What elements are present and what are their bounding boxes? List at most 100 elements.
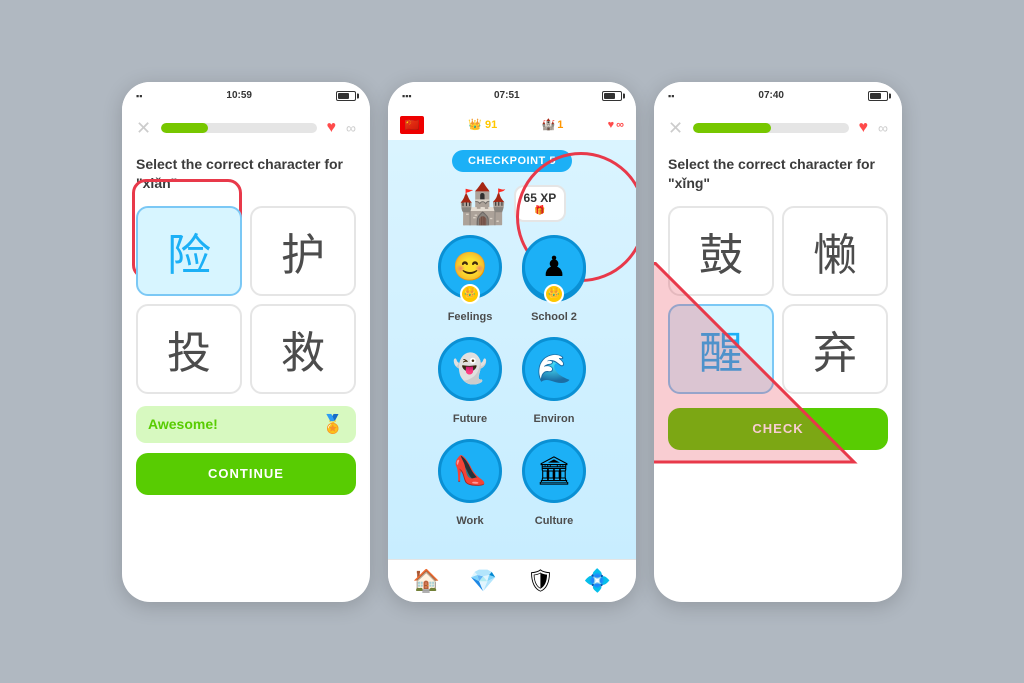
phone-2: ▪▪▪ 07:51 🇨🇳 👑 91 🏰 1 ♥ ∞ CHECKPOINT 5: [388, 82, 636, 602]
lesson-label-culture: Culture: [535, 515, 574, 527]
quiz-header-3: ✕ ♥ ∞: [654, 110, 902, 147]
char-2: 投: [167, 317, 211, 381]
lesson-circle-environ[interactable]: 🌊: [522, 337, 586, 401]
xp-count: 91: [485, 119, 497, 131]
char-cell-1[interactable]: 护: [250, 206, 356, 296]
feedback-text-1: Awesome!: [148, 416, 218, 432]
crown-school2: 👑: [544, 284, 564, 304]
progress-fill-3: [693, 123, 771, 133]
char-3-1: 懒: [813, 219, 857, 283]
status-right-2: [602, 91, 622, 101]
status-bar-3: ▪▪ 07:40: [654, 82, 902, 110]
castle-area: 🏰 65 XP 🎁: [458, 180, 567, 227]
environ-icon: 🌊: [537, 352, 572, 385]
battery-icon-3: [868, 91, 888, 101]
stats-bar-2: 🇨🇳 👑 91 🏰 1 ♥ ∞: [388, 110, 636, 140]
char-3: 救: [281, 317, 325, 381]
nav-social[interactable]: 💠: [584, 568, 611, 594]
xp-chest-label: 🎁: [524, 205, 557, 216]
status-left-1: ▪▪: [136, 91, 142, 101]
status-time-2: 07:51: [494, 90, 520, 101]
battery-fill-1: [338, 93, 349, 99]
feedback-bar-1: Awesome! 🏅: [136, 406, 356, 443]
crown-emoji: 👑: [468, 118, 482, 131]
fire-emoji: 🏰: [542, 118, 556, 131]
infinity-icon-1: ∞: [346, 120, 356, 136]
checkpoint-badge: CHECKPOINT 5: [452, 150, 572, 172]
work-icon: 👠: [453, 454, 488, 487]
char-cell-3[interactable]: 救: [250, 304, 356, 394]
feedback-icon-1: 🏅: [322, 414, 344, 435]
char-cell-3-2[interactable]: 醒: [668, 304, 774, 394]
close-button-3[interactable]: ✕: [668, 118, 683, 139]
lesson-circle-work[interactable]: 👠: [438, 439, 502, 503]
lesson-future: 👻 Future: [438, 337, 502, 425]
lesson-work: 👠 Work: [438, 439, 502, 527]
lesson-environ: 🌊 Environ: [522, 337, 586, 425]
char-3-2: 醒: [699, 317, 743, 381]
heart-icon-3: ♥: [859, 119, 869, 137]
check-button[interactable]: CHECK: [668, 408, 888, 450]
progress-bar-1: [161, 123, 316, 133]
progress-bar-3: [693, 123, 848, 133]
streak-badge: 🏰 1: [542, 118, 564, 131]
sim-icon-3: ▪▪: [668, 91, 674, 101]
status-time-1: 10:59: [226, 90, 252, 101]
char-cell-3-1[interactable]: 懒: [782, 206, 888, 296]
char-3-3: 弃: [813, 317, 857, 381]
battery-icon-2: [602, 91, 622, 101]
progress-fill-1: [161, 123, 208, 133]
xp-chest[interactable]: 65 XP 🎁: [514, 185, 567, 222]
char-cell-3-3[interactable]: 弃: [782, 304, 888, 394]
close-button-1[interactable]: ✕: [136, 118, 151, 139]
xp-badge: 👑 91: [468, 118, 497, 131]
question-text-3: Select the correct character for "xǐng": [654, 147, 902, 206]
lesson-circle-school2[interactable]: ♟ 👑: [522, 235, 586, 299]
continue-button[interactable]: CONTINUE: [136, 453, 356, 495]
char-cell-3-0[interactable]: 鼓: [668, 206, 774, 296]
question-text-1: Select the correct character for "xiǎn": [122, 147, 370, 206]
nav-home[interactable]: 🏠: [413, 568, 440, 594]
char-grid-1: 险 护 投 救: [122, 206, 370, 394]
xp-chest-num: 65 XP: [524, 191, 557, 205]
future-icon: 👻: [453, 352, 488, 385]
lesson-school2: ♟ 👑 School 2: [522, 235, 586, 323]
lesson-label-feelings: Feelings: [448, 311, 493, 323]
status-right-1: [336, 91, 356, 101]
map-area: CHECKPOINT 5 🏰 65 XP 🎁 😊 👑 Feelings ♟: [388, 140, 636, 559]
phone-1: ▪▪ 10:59 ✕ ♥ ∞ Select the correct charac…: [122, 82, 370, 602]
streak-count: 1: [557, 119, 563, 131]
char-grid-3: 鼓 懒 醒 弃: [654, 206, 902, 394]
lesson-circle-future[interactable]: 👻: [438, 337, 502, 401]
char-cell-2[interactable]: 投: [136, 304, 242, 394]
char-cell-0[interactable]: 险: [136, 206, 242, 296]
sim-icon: ▪▪: [136, 91, 142, 101]
lesson-circle-feelings[interactable]: 😊 👑: [438, 235, 502, 299]
char-3-0: 鼓: [699, 219, 743, 283]
lesson-label-school2: School 2: [531, 311, 577, 323]
lesson-circle-culture[interactable]: 🏛: [522, 439, 586, 503]
lives-badge: ♥ ∞: [608, 119, 624, 131]
heart-icon-1: ♥: [327, 119, 337, 137]
nav-gems[interactable]: 💎: [470, 568, 497, 594]
quiz-header-1: ✕ ♥ ∞: [122, 110, 370, 147]
castle-icon: 🏰: [458, 180, 508, 227]
bottom-nav: 🏠 💎 🛡 💠: [388, 559, 636, 602]
status-time-3: 07:40: [758, 90, 784, 101]
battery-icon-1: [336, 91, 356, 101]
nav-shield[interactable]: 🛡: [526, 568, 554, 594]
flag-icon: 🇨🇳: [400, 116, 424, 134]
status-bar-1: ▪▪ 10:59: [122, 82, 370, 110]
heart-emoji: ♥: [608, 119, 615, 131]
lesson-label-environ: Environ: [534, 413, 575, 425]
status-right-3: [868, 91, 888, 101]
status-left-2: ▪▪▪: [402, 91, 412, 101]
lesson-feelings: 😊 👑 Feelings: [438, 235, 502, 323]
status-left-3: ▪▪: [668, 91, 674, 101]
battery-fill-2: [604, 93, 615, 99]
infinity-icon-3: ∞: [878, 120, 888, 136]
wifi-icon-2: ▪▪▪: [402, 91, 412, 101]
char-0: 险: [167, 219, 211, 283]
culture-icon: 🏛: [536, 454, 572, 487]
feelings-icon: 😊: [453, 250, 488, 283]
